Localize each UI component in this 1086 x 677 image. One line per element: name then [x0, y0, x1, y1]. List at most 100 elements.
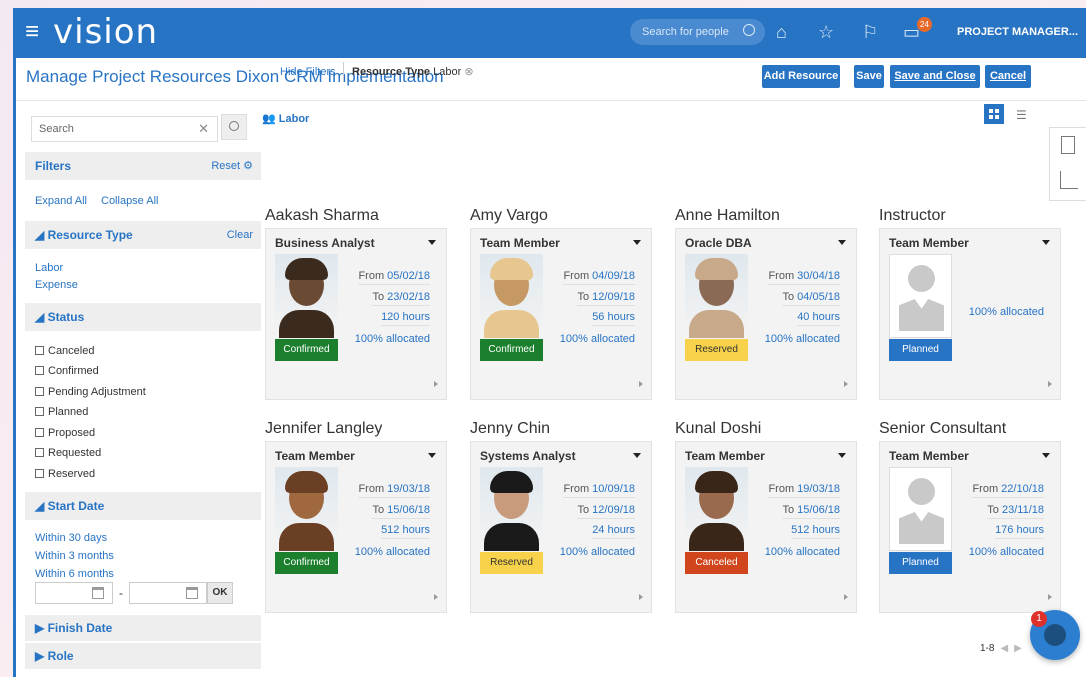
- people-search-input[interactable]: Search for people: [630, 19, 765, 45]
- status-checkbox[interactable]: Requested: [35, 447, 101, 459]
- resource-name[interactable]: Jennifer Langley: [265, 420, 382, 438]
- resource-name[interactable]: Senior Consultant: [879, 420, 1006, 438]
- calendar-icon[interactable]: [92, 587, 104, 599]
- resource-card[interactable]: Team Member Confirmed From 04/09/18 To 12/0…: [470, 228, 652, 400]
- status-checkbox[interactable]: Proposed: [35, 427, 95, 439]
- add-resource-button[interactable]: Add Resource: [762, 65, 840, 88]
- resource-role: Team Member: [685, 449, 765, 463]
- document-icon[interactable]: [1061, 136, 1075, 154]
- chevron-right-icon[interactable]: [844, 381, 848, 387]
- status-badge: Planned: [889, 552, 952, 574]
- resource-name[interactable]: Jenny Chin: [470, 420, 550, 438]
- start-date-section[interactable]: ◢ Start Date: [25, 492, 261, 520]
- chart-icon[interactable]: [1060, 171, 1078, 189]
- date-ok-button[interactable]: OK: [207, 582, 233, 604]
- home-icon[interactable]: ⌂: [776, 22, 787, 42]
- start-date-from-input[interactable]: [35, 582, 113, 604]
- prev-page-icon[interactable]: ◀: [1000, 643, 1008, 654]
- resource-name[interactable]: Anne Hamilton: [675, 207, 780, 225]
- resource-card[interactable]: Team Member Canceled From 19/03/18 To 15/06…: [675, 441, 857, 613]
- expand-all-link[interactable]: Expand All: [35, 195, 87, 207]
- hide-filters-link[interactable]: Hide Filters: [280, 66, 336, 78]
- hours: 120 hours: [381, 311, 430, 326]
- status-section[interactable]: ◢ Status: [25, 303, 261, 331]
- resource-card[interactable]: Oracle DBA Reserved From 30/04/18 To 04/05/…: [675, 228, 857, 400]
- hamburger-icon[interactable]: ≡: [25, 19, 39, 45]
- status-checkbox[interactable]: Planned: [35, 406, 88, 418]
- resource-role: Team Member: [480, 236, 560, 250]
- save-and-close-button[interactable]: Save and Close: [890, 65, 980, 88]
- notifications-badge: 24: [917, 17, 932, 32]
- cancel-button[interactable]: Cancel: [985, 65, 1031, 88]
- hours: 40 hours: [797, 311, 840, 326]
- resource-type-labor[interactable]: Labor: [35, 262, 63, 274]
- resource-name[interactable]: Aakash Sharma: [265, 207, 379, 225]
- chevron-down-icon[interactable]: [838, 240, 846, 245]
- reset-filters-link[interactable]: Reset ⚙: [211, 152, 253, 180]
- resource-type-filter-chip: Resource Type Labor ⊗: [352, 65, 474, 78]
- resource-card[interactable]: Team Member Confirmed From 19/03/18 To 15/0…: [265, 441, 447, 613]
- chevron-right-icon[interactable]: [434, 381, 438, 387]
- chevron-right-icon[interactable]: [1048, 594, 1052, 600]
- filters-title: Filters: [35, 159, 72, 173]
- finish-date-section[interactable]: ▶ Finish Date: [25, 615, 261, 641]
- chevron-right-icon[interactable]: [639, 381, 643, 387]
- next-page-icon[interactable]: ▶: [1014, 643, 1022, 654]
- chevron-right-icon[interactable]: [639, 594, 643, 600]
- filter-search-button[interactable]: [221, 114, 247, 140]
- chevron-right-icon[interactable]: [844, 594, 848, 600]
- allocation: 100% allocated: [559, 546, 635, 558]
- clear-search-icon[interactable]: ✕: [198, 117, 209, 141]
- resource-name[interactable]: Kunal Doshi: [675, 420, 761, 438]
- chevron-down-icon[interactable]: [1042, 240, 1050, 245]
- chevron-right-icon[interactable]: [1048, 381, 1052, 387]
- status-checkbox[interactable]: Pending Adjustment: [35, 386, 146, 398]
- resource-name[interactable]: Amy Vargo: [470, 207, 548, 225]
- filter-search-input[interactable]: Search ✕: [31, 116, 218, 142]
- favorites-star-icon[interactable]: ☆: [818, 22, 834, 42]
- divider: [343, 62, 344, 82]
- status-checkbox[interactable]: Reserved: [35, 468, 95, 480]
- chevron-down-icon[interactable]: [428, 240, 436, 245]
- filters-header: Filters Reset ⚙: [25, 152, 261, 180]
- user-menu[interactable]: PROJECT MANAGER...: [957, 26, 1078, 38]
- save-button[interactable]: Save: [854, 65, 884, 88]
- resource-type-expense[interactable]: Expense: [35, 279, 78, 291]
- grid-view-button[interactable]: [984, 104, 1004, 124]
- resource-card[interactable]: Systems Analyst Reserved From 10/09/18 To 1…: [470, 441, 652, 613]
- list-view-icon[interactable]: ☰: [1016, 108, 1027, 122]
- to-label: To: [782, 291, 795, 303]
- role-section[interactable]: ▶ Role: [25, 643, 261, 669]
- chevron-down-icon[interactable]: [1042, 453, 1050, 458]
- search-icon[interactable]: [743, 24, 755, 36]
- to-label: To: [577, 504, 590, 516]
- end-date: To 15/06/18: [372, 504, 430, 519]
- calendar-icon[interactable]: [186, 587, 198, 599]
- brand-logo[interactable]: vision: [53, 13, 158, 51]
- chevron-down-icon[interactable]: [633, 240, 641, 245]
- avatar: [275, 254, 338, 338]
- to-label: To: [782, 504, 795, 516]
- resource-type-section[interactable]: ◢ Resource Type Clear: [25, 221, 261, 249]
- flag-icon[interactable]: ⚐: [862, 22, 878, 42]
- status-checkbox[interactable]: Canceled: [35, 345, 94, 357]
- chevron-down-icon[interactable]: [428, 453, 436, 458]
- status-checkbox[interactable]: Confirmed: [35, 365, 99, 377]
- start-date-6-months[interactable]: Within 6 months: [35, 568, 114, 580]
- start-date-to-input[interactable]: [129, 582, 207, 604]
- collapse-all-link[interactable]: Collapse All: [101, 195, 158, 207]
- start-date-30-days[interactable]: Within 30 days: [35, 532, 107, 544]
- chevron-right-icon[interactable]: [434, 594, 438, 600]
- chevron-down-icon[interactable]: [633, 453, 641, 458]
- chevron-down-icon[interactable]: [838, 453, 846, 458]
- remove-chip-icon[interactable]: ⊗: [464, 66, 473, 78]
- clear-resource-type-link[interactable]: Clear: [227, 221, 253, 249]
- resource-card[interactable]: Team Member Planned 100% allocated: [879, 228, 1061, 400]
- allocation: 100% allocated: [354, 546, 430, 558]
- start-date: From 22/10/18: [972, 483, 1044, 498]
- resource-card[interactable]: Team Member Planned From 22/10/18 To 23/11/…: [879, 441, 1061, 613]
- resource-name[interactable]: Instructor: [879, 207, 946, 225]
- status-option-label: Proposed: [48, 427, 96, 439]
- resource-card[interactable]: Business Analyst Confirmed From 05/02/18 To…: [265, 228, 447, 400]
- start-date-3-months[interactable]: Within 3 months: [35, 550, 114, 562]
